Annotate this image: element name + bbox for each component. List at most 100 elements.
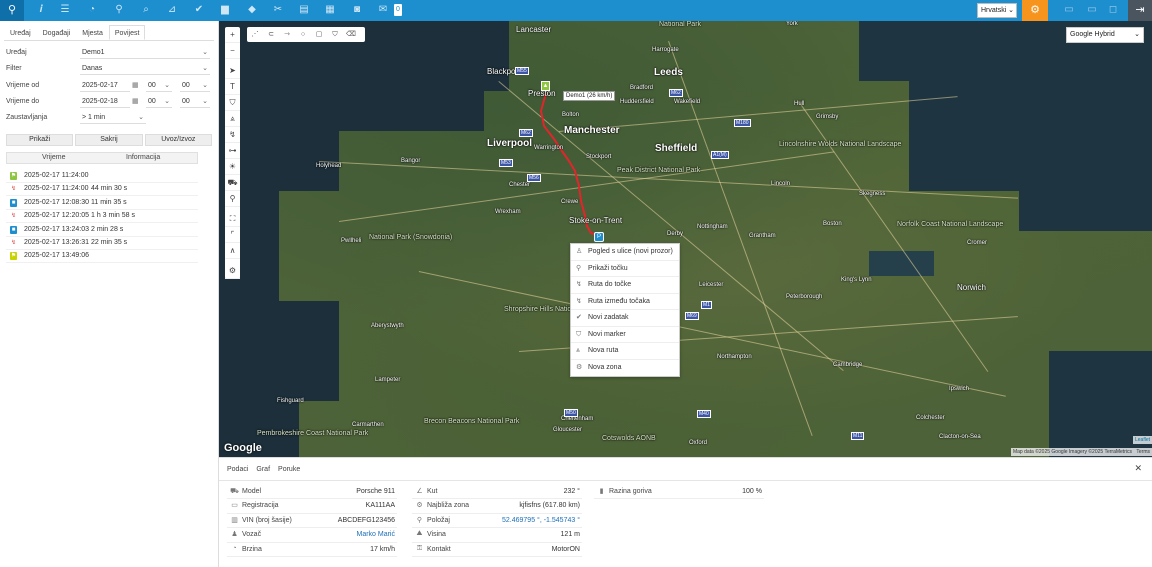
context-menu-item[interactable]: ↯ Ruta do točke xyxy=(571,277,679,294)
info-icon[interactable]: 𝒊 xyxy=(34,3,48,17)
tab-events[interactable]: Događaji xyxy=(37,25,77,40)
car-icon[interactable]: ⛟ xyxy=(225,175,240,191)
android-icon[interactable]: ⚙ xyxy=(225,263,240,279)
parking-marker-icon[interactable]: P xyxy=(594,232,604,242)
fullscreen-icon[interactable]: ⛶ xyxy=(225,211,240,227)
calendar-icon[interactable]: ▦ xyxy=(132,80,139,92)
context-menu-item[interactable]: ⛉ Novi marker xyxy=(571,327,679,343)
import-export-button[interactable]: Uvoz/Izvoz xyxy=(144,134,212,146)
event-row[interactable]: ■ 2025-02-17 13:24:03 2 min 28 s xyxy=(6,224,198,237)
context-menu-item[interactable]: ↯ Ruta između točaka xyxy=(571,294,679,310)
time-to-hour-select[interactable]: 00 ⌄ xyxy=(146,96,172,108)
reports-icon[interactable]: ⊿ xyxy=(165,3,179,17)
circle-icon[interactable]: ○ xyxy=(295,27,311,42)
notification-icon[interactable]: ◻ xyxy=(1106,3,1120,17)
language-select[interactable]: Hrvatski ⌄ xyxy=(977,3,1017,18)
context-menu-item[interactable]: ⩓ Nova ruta xyxy=(571,343,679,360)
info-value[interactable]: 52.469795 °, -1.545743 ° xyxy=(502,517,580,524)
event-row[interactable]: ↯ 2025-02-17 13:26:31 22 min 35 s xyxy=(6,237,198,250)
time-from-minute-select[interactable]: 00 ⌄ xyxy=(180,80,210,92)
left-tabs: Uređaj Događaji Mjesta Povijest xyxy=(4,25,146,40)
header-info[interactable]: Informacija xyxy=(126,154,160,161)
tab-history[interactable]: Povijest xyxy=(108,25,146,40)
road-icon[interactable]: ⩓ xyxy=(225,111,240,127)
event-row[interactable]: ⚑ 2025-02-17 11:24:00 xyxy=(6,170,198,183)
help-icon[interactable]: ▭ xyxy=(1085,3,1099,17)
leaflet-link[interactable]: Leaflet xyxy=(1132,436,1152,444)
user-icon[interactable]: ▭ xyxy=(1062,3,1076,17)
context-menu-item[interactable]: ♙ Pogled s ulice (novi prozor) xyxy=(571,244,679,261)
event-row[interactable]: ■ 2025-02-17 12:08:30 11 min 35 s xyxy=(6,197,198,210)
ruler-icon[interactable]: ⊶ xyxy=(225,143,240,159)
text-icon[interactable]: T xyxy=(225,79,240,95)
tasks-icon[interactable]: ✔ xyxy=(192,3,206,17)
map-layer-select[interactable]: Google Hybrid ⌄ xyxy=(1066,27,1144,43)
navigate-icon[interactable]: ➤ xyxy=(225,63,240,79)
sun-icon[interactable]: ☀ xyxy=(225,159,240,175)
book-icon[interactable]: ▆ xyxy=(218,3,232,17)
hide-button[interactable]: Sakrij xyxy=(75,134,143,146)
event-row[interactable]: ↯ 2025-02-17 11:24:00 44 min 30 s xyxy=(6,183,198,197)
event-row[interactable]: ↯ 2025-02-17 12:20:05 1 h 3 min 58 s xyxy=(6,210,198,224)
tools-icon[interactable]: ✂ xyxy=(271,3,285,17)
polyline-icon[interactable]: ⋰ xyxy=(247,27,263,42)
route-icon[interactable]: ↯ xyxy=(225,127,240,143)
settings-icon[interactable]: ⚙ xyxy=(1022,0,1048,21)
delete-icon[interactable]: ⌫ xyxy=(343,27,359,42)
filter-row: Filter Danas ⌄ xyxy=(6,63,212,75)
road-shield: M53 xyxy=(499,159,513,167)
calendar-icon[interactable]: ▦ xyxy=(323,3,337,17)
zoom-out-button[interactable]: − xyxy=(225,43,240,59)
context-menu-item[interactable]: ⚙ Nova zona xyxy=(571,360,679,377)
polygon-icon[interactable]: ⊂ xyxy=(263,27,279,42)
logout-icon[interactable]: ⇥ xyxy=(1128,0,1152,21)
square-icon[interactable]: ▢ xyxy=(311,27,327,42)
route-icon: ↯ xyxy=(10,240,17,246)
dashboard-icon[interactable]: ◔ xyxy=(85,3,99,17)
vehicle-marker-icon[interactable]: ▲ xyxy=(541,81,550,91)
menu-icon[interactable]: ☰ xyxy=(58,3,72,17)
context-menu-item[interactable]: ⚲ Prikaži točku xyxy=(571,261,679,277)
places-icon[interactable]: ⚲ xyxy=(112,3,126,17)
info-value[interactable]: Marko Marić xyxy=(356,531,395,538)
time-to-date-input[interactable]: 2025-02-18 xyxy=(80,96,130,108)
pin-icon[interactable]: ⚲ xyxy=(225,191,240,207)
map-view[interactable]: Lancaster Harrogate York National Park B… xyxy=(219,21,1152,457)
marker-icon[interactable]: ⛉ xyxy=(225,95,240,111)
arrow-icon[interactable]: ⇾ xyxy=(279,27,295,42)
device-select[interactable]: Demo1 ⌄ xyxy=(80,47,210,59)
corner-icon[interactable]: ⌜ xyxy=(225,227,240,243)
time-to-date-value: 2025-02-18 xyxy=(82,98,118,105)
event-row[interactable]: ⚑ 2025-02-17 13:49:06 xyxy=(6,250,198,264)
terms-link[interactable]: Terms xyxy=(1136,449,1150,455)
time-from-hour-select[interactable]: 00 ⌄ xyxy=(146,80,172,92)
filter-select[interactable]: Danas ⌄ xyxy=(80,63,210,75)
tab-device[interactable]: Uređaj xyxy=(4,25,37,40)
tab-messages[interactable]: Poruke xyxy=(274,464,304,476)
wave-icon[interactable]: ∧ xyxy=(225,243,240,259)
calendar-icon[interactable]: ▦ xyxy=(132,96,139,108)
header-time[interactable]: Vrijeme xyxy=(42,154,65,161)
show-button[interactable]: Prikaži xyxy=(6,134,74,146)
label-peak-district: Peak District National Park xyxy=(617,167,701,174)
tab-graph[interactable]: Graf xyxy=(252,464,274,476)
marker-icon[interactable]: ⛉ xyxy=(327,27,343,42)
tab-places[interactable]: Mjesta xyxy=(76,25,109,40)
label-lincoln: Lincoln xyxy=(771,181,791,187)
chart-icon[interactable]: ▤ xyxy=(297,3,311,17)
vehicle-icon[interactable]: ◆ xyxy=(245,3,259,17)
time-to-minute-select[interactable]: 00 ⌄ xyxy=(180,96,210,108)
label-wakefield: Wakefield xyxy=(674,99,701,105)
context-menu-item[interactable]: ✔ Novi zadatak xyxy=(571,310,679,327)
search-icon[interactable]: ⌕ xyxy=(139,3,153,17)
map-pin-icon[interactable]: ⚲ xyxy=(0,0,24,21)
zoom-in-button[interactable]: + xyxy=(225,27,240,43)
close-icon[interactable]: ✕ xyxy=(1134,463,1142,474)
route-icon: ↯ xyxy=(576,297,582,305)
barcode-icon: ▥ xyxy=(231,516,238,524)
camera-icon[interactable]: ◙ xyxy=(350,3,364,17)
time-from-date-input[interactable]: 2025-02-17 xyxy=(80,80,130,92)
tab-data[interactable]: Podaci xyxy=(223,464,252,476)
messages-icon[interactable]: ✉ xyxy=(376,3,390,17)
stops-select[interactable]: > 1 min ⌄ xyxy=(80,112,146,124)
